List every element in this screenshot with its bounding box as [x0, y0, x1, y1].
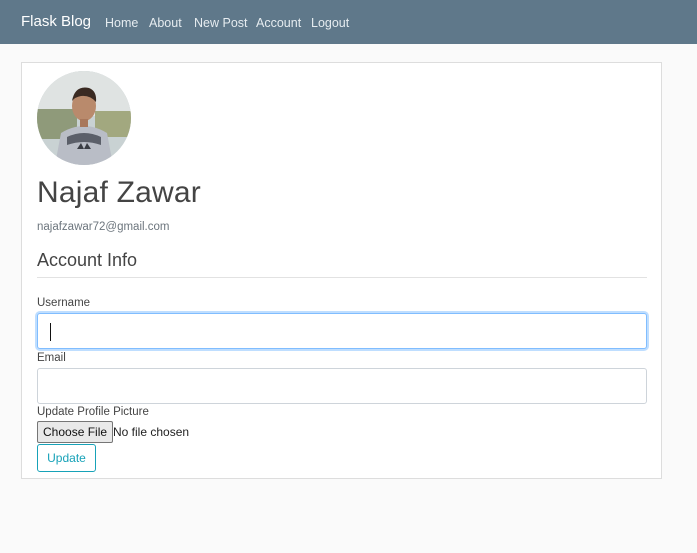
update-button[interactable]: Update: [37, 444, 96, 472]
avatar-photo: [37, 71, 131, 165]
profile-email: najafzawar72@gmail.com: [37, 221, 170, 233]
email-label: Email: [37, 352, 66, 364]
profile-name: Najaf Zawar: [37, 176, 201, 209]
top-navbar: Flask Blog Home About New Post Account L…: [0, 0, 697, 44]
account-card: Najaf Zawar najafzawar72@gmail.com Accou…: [21, 62, 662, 479]
nav-account[interactable]: Account: [256, 16, 301, 30]
profile-picture-label: Update Profile Picture: [37, 406, 149, 418]
brand-link[interactable]: Flask Blog: [21, 13, 91, 30]
account-info-legend: Account Info: [37, 250, 647, 278]
nav-new-post[interactable]: New Post: [194, 16, 248, 30]
email-input[interactable]: [37, 368, 647, 404]
nav-home[interactable]: Home: [105, 16, 138, 30]
file-status-text: No file chosen: [113, 425, 190, 439]
nav-about[interactable]: About: [149, 16, 182, 30]
username-label: Username: [37, 297, 91, 309]
avatar: [37, 71, 131, 165]
choose-file-button[interactable]: Choose File: [37, 421, 114, 443]
text-caret: [50, 323, 51, 341]
nav-logout[interactable]: Logout: [311, 16, 349, 30]
username-input[interactable]: [37, 313, 647, 349]
